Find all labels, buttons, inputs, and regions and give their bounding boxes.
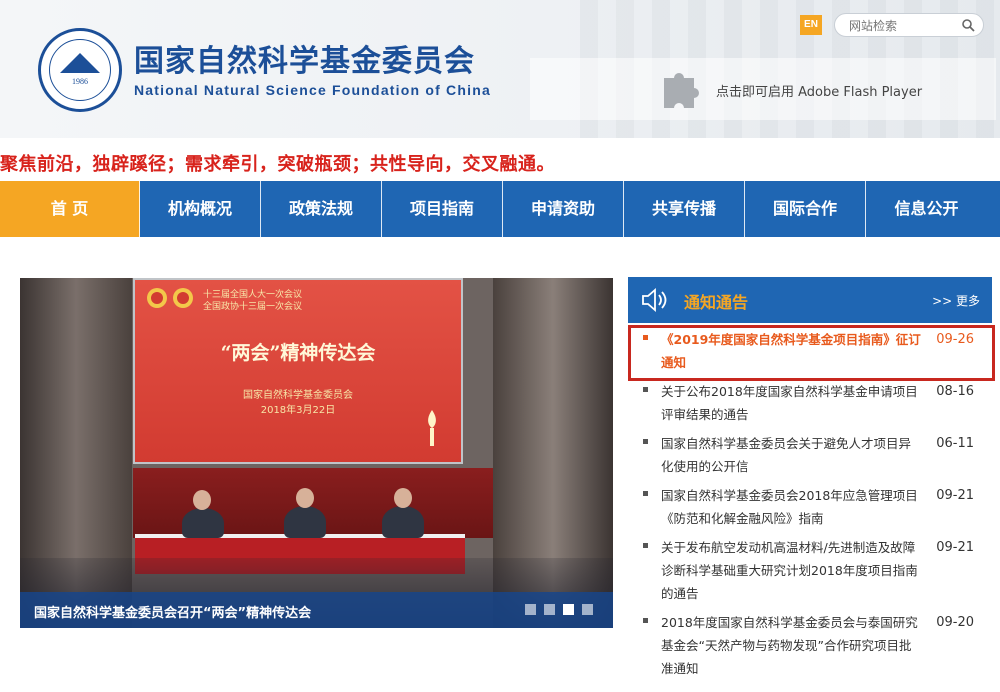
speaker-head-2 bbox=[296, 488, 314, 508]
emblem-icons bbox=[147, 288, 193, 308]
slide-dot-3[interactable] bbox=[563, 604, 574, 615]
main-navigation: 首 页 机构概况 政策法规 项目指南 申请资助 共享传播 国际合作 信息公开 bbox=[0, 181, 1000, 237]
nsfc-logo[interactable]: 1986 bbox=[38, 28, 122, 112]
notice-item-3[interactable]: 国家自然科学基金委员会关于避免人才项目异化使用的公开信 06-11 bbox=[628, 432, 992, 478]
notice-date: 08-16 bbox=[936, 384, 974, 399]
logo-year: 1986 bbox=[72, 77, 88, 86]
slide-dot-2[interactable] bbox=[544, 604, 555, 615]
notices-list: 《2019年度国家自然科学基金项目指南》征订通知 09-26 关于公布2018年… bbox=[628, 328, 992, 686]
search-icon[interactable] bbox=[961, 18, 975, 32]
notices-more-link[interactable]: >> 更多 bbox=[932, 292, 980, 309]
logo-mountain-icon bbox=[60, 53, 100, 73]
notice-item-5[interactable]: 关于发布航空发动机高温材料/先进制造及故障诊断科学基础重大研究计划2018年度项… bbox=[628, 536, 992, 605]
notice-title[interactable]: 国家自然科学基金委员会关于避免人才项目异化使用的公开信 bbox=[661, 432, 923, 478]
notice-item-6[interactable]: 2018年度国家自然科学基金委员会与泰国研究基金会“天然产物与药物发现”合作研究… bbox=[628, 611, 992, 680]
notice-title[interactable]: 关于发布航空发动机高温材料/先进制造及故障诊断科学基础重大研究计划2018年度项… bbox=[661, 536, 923, 605]
nav-item-guide[interactable]: 项目指南 bbox=[382, 181, 503, 237]
slogan-banner: 聚焦前沿，独辟蹊径；需求牵引，突破瓶颈；共性导向，交叉融通。 bbox=[0, 154, 555, 175]
notice-date: 09-20 bbox=[936, 615, 974, 630]
notices-header: 通知通告 >> 更多 bbox=[628, 277, 992, 323]
slide-dot-1[interactable] bbox=[525, 604, 536, 615]
bullet-icon bbox=[643, 491, 648, 496]
search-input[interactable] bbox=[849, 17, 959, 35]
notice-title[interactable]: 2018年度国家自然科学基金委员会与泰国研究基金会“天然产物与药物发现”合作研究… bbox=[661, 611, 923, 680]
notice-title[interactable]: 关于公布2018年度国家自然科学基金申请项目评审结果的通告 bbox=[661, 380, 923, 426]
slide-pagination bbox=[525, 604, 593, 615]
news-slideshow[interactable]: 十三届全国人大一次会议 全国政协十三届一次会议 “两会”精神传达会 国家自然科学… bbox=[20, 278, 613, 628]
notice-item-2[interactable]: 关于公布2018年度国家自然科学基金申请项目评审结果的通告 08-16 bbox=[628, 380, 992, 426]
site-title: 国家自然科学基金委员会 bbox=[134, 44, 475, 79]
speaker-figure-3 bbox=[382, 506, 424, 538]
slide-caption-bar[interactable]: 国家自然科学基金委员会召开“两会”精神传达会 bbox=[20, 592, 613, 628]
notice-item-4[interactable]: 国家自然科学基金委员会2018年应急管理项目《防范和化解金融风险》指南 09-2… bbox=[628, 484, 992, 530]
nav-item-share[interactable]: 共享传播 bbox=[624, 181, 745, 237]
backdrop-line-2: 全国政协十三届一次会议 bbox=[203, 302, 303, 312]
backdrop-date: 2018年3月22日 bbox=[260, 405, 336, 416]
notice-date: 09-21 bbox=[936, 540, 974, 555]
torch-emblem-icon bbox=[428, 410, 436, 446]
meeting-backdrop: 十三届全国人大一次会议 全国政协十三届一次会议 “两会”精神传达会 国家自然科学… bbox=[133, 278, 463, 464]
notices-title: 通知通告 bbox=[684, 293, 749, 312]
nav-item-info[interactable]: 信息公开 bbox=[866, 181, 987, 237]
search-box bbox=[834, 13, 984, 37]
speaker-head-3 bbox=[394, 488, 412, 508]
bullet-icon bbox=[643, 439, 648, 444]
speaker-figure-1 bbox=[182, 508, 224, 538]
backdrop-title: “两会”精神传达会 bbox=[220, 342, 376, 364]
nav-item-policy[interactable]: 政策法规 bbox=[261, 181, 382, 237]
bullet-icon bbox=[643, 618, 648, 623]
flash-player-text: 点击即可启用 Adobe Flash Player bbox=[716, 85, 923, 100]
slide-dot-4[interactable] bbox=[582, 604, 593, 615]
puzzle-plugin-icon bbox=[664, 73, 699, 108]
highlight-annotation-box bbox=[628, 325, 995, 381]
nav-item-home[interactable]: 首 页 bbox=[0, 181, 140, 237]
backdrop-organization: 国家自然科学基金委员会 bbox=[243, 390, 353, 401]
notice-title[interactable]: 国家自然科学基金委员会2018年应急管理项目《防范和化解金融风险》指南 bbox=[661, 484, 923, 530]
flash-player-placeholder[interactable]: 点击即可启用 Adobe Flash Player bbox=[530, 58, 996, 120]
slide-caption[interactable]: 国家自然科学基金委员会召开“两会”精神传达会 bbox=[34, 602, 311, 621]
speaker-head-1 bbox=[193, 490, 211, 510]
nav-item-apply[interactable]: 申请资助 bbox=[503, 181, 624, 237]
notice-date: 09-21 bbox=[936, 488, 974, 503]
nav-item-about[interactable]: 机构概况 bbox=[140, 181, 261, 237]
nav-item-international[interactable]: 国际合作 bbox=[745, 181, 866, 237]
english-language-button[interactable]: EN bbox=[800, 15, 822, 35]
site-title-english: National Natural Science Foundation of C… bbox=[134, 82, 491, 98]
bullet-icon bbox=[643, 387, 648, 392]
speaker-icon bbox=[642, 288, 667, 312]
speaker-figure-2 bbox=[284, 506, 326, 538]
notice-date: 06-11 bbox=[936, 436, 974, 451]
site-header: 1986 国家自然科学基金委员会 National Natural Scienc… bbox=[0, 0, 1000, 138]
bullet-icon bbox=[643, 543, 648, 548]
